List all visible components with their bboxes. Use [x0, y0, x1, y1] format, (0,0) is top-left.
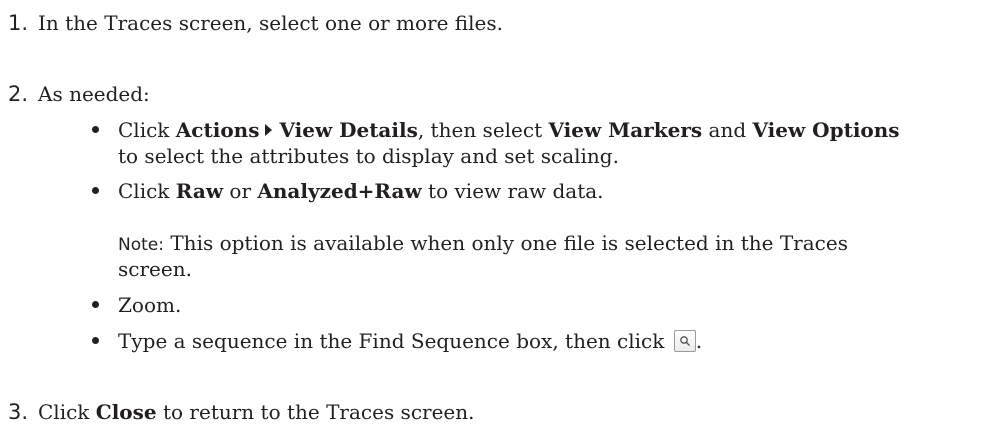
view-options-label: View Options — [752, 118, 900, 142]
close-label: Close — [95, 400, 157, 424]
menu-arrow-icon — [265, 124, 273, 136]
bullet-raw: Click Raw or Analyzed+Raw to view raw da… — [118, 178, 604, 204]
text: to return to the Traces screen. — [156, 400, 475, 424]
search-icon — [679, 336, 690, 346]
raw-label: Raw — [175, 179, 224, 203]
text: Type a sequence in the Find Sequence box… — [118, 329, 671, 353]
text: or — [223, 179, 258, 203]
text: , then select — [417, 118, 549, 142]
step-1-number: 1. — [8, 11, 29, 35]
actions-menu-label: Actions — [175, 118, 260, 142]
bullet-marker — [92, 126, 99, 133]
step-3-text: Click Close to return to the Traces scre… — [38, 399, 475, 425]
search-button[interactable] — [673, 330, 696, 352]
note: Note: This option is available when only… — [118, 230, 848, 258]
text: Click — [38, 400, 96, 424]
analyzed-raw-label: Analyzed+Raw — [257, 179, 422, 203]
bullet-zoom: Zoom. — [118, 293, 182, 317]
step-2-text: As needed: — [38, 82, 150, 106]
text: Click — [118, 179, 176, 203]
text: . — [695, 329, 703, 353]
text: and — [702, 118, 753, 142]
step-1-text: In the Traces screen, select one or more… — [38, 11, 503, 35]
bullet-view-details-continuation: to select the attributes to display and … — [118, 144, 619, 168]
view-markers-label: View Markers — [548, 118, 703, 142]
step-2-number: 2. — [8, 82, 29, 106]
note-continuation: screen. — [118, 257, 192, 281]
text: Click — [118, 118, 176, 142]
bullet-marker — [92, 337, 99, 344]
note-text: This option is available when only one f… — [163, 231, 848, 255]
bullet-view-details: Click Actions View Details, then select V… — [118, 117, 900, 143]
bullet-marker — [92, 187, 99, 194]
view-details-label: View Details — [279, 118, 418, 142]
bullet-marker — [92, 301, 99, 308]
step-3-number: 3. — [8, 400, 29, 424]
note-label: Note: — [118, 235, 164, 255]
bullet-find-sequence: Type a sequence in the Find Sequence box… — [118, 328, 702, 354]
text: to view raw data. — [421, 179, 604, 203]
